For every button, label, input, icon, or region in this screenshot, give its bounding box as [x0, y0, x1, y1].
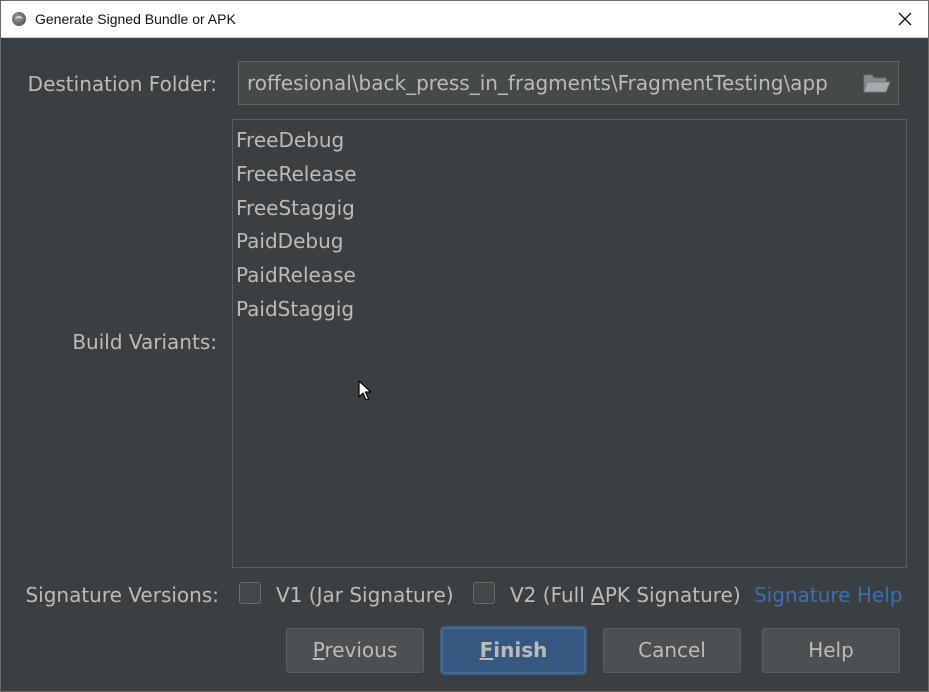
destination-folder-field: [238, 61, 899, 105]
build-variants-list[interactable]: FreeDebug FreeRelease FreeStaggig PaidDe…: [232, 119, 907, 568]
list-item[interactable]: PaidRelease: [233, 259, 906, 293]
v1-label-prefix: V1 (: [276, 583, 317, 607]
build-variants-label: Build Variants:: [72, 330, 217, 354]
previous-button[interactable]: Previous: [286, 628, 424, 673]
window-title: Generate Signed Bundle or APK: [35, 11, 236, 27]
folder-open-icon: [863, 74, 891, 93]
previous-label-rest: revious: [324, 638, 398, 662]
android-studio-icon: [12, 12, 26, 26]
v2-full-apk-signature-label[interactable]: V2 (Full APK Signature): [510, 583, 741, 607]
mouse-pointer-icon: [358, 380, 372, 401]
browse-folder-button[interactable]: [862, 71, 892, 95]
v1-label-suffix: ar Signature): [322, 583, 454, 607]
list-item[interactable]: FreeRelease: [233, 158, 906, 192]
help-button[interactable]: Help: [762, 628, 900, 673]
signature-help-link[interactable]: Signature Help: [754, 583, 902, 607]
destination-folder-label: Destination Folder:: [27, 72, 217, 96]
v1-jar-signature-checkbox[interactable]: [239, 582, 261, 604]
close-button[interactable]: [882, 1, 928, 37]
v2-label-prefix: V2 (Full: [510, 583, 592, 607]
list-item[interactable]: PaidStaggig: [233, 293, 906, 327]
finish-mnemonic: F: [479, 638, 494, 662]
finish-button[interactable]: Finish: [442, 628, 585, 673]
generate-signed-bundle-dialog: Generate Signed Bundle or APK Destinatio…: [0, 0, 929, 692]
cancel-button[interactable]: Cancel: [603, 628, 741, 673]
v2-label-mnemonic: A: [591, 583, 605, 607]
v2-label-suffix: PK Signature): [604, 583, 741, 607]
destination-folder-input[interactable]: [239, 62, 854, 104]
v2-full-apk-signature-checkbox[interactable]: [473, 582, 495, 604]
v1-jar-signature-label[interactable]: V1 (Jar Signature): [276, 583, 454, 607]
previous-mnemonic: P: [312, 638, 325, 662]
title-bar: Generate Signed Bundle or APK: [1, 1, 928, 38]
signature-versions-label: Signature Versions:: [25, 583, 219, 607]
list-item[interactable]: FreeDebug: [233, 124, 906, 158]
list-item[interactable]: FreeStaggig: [233, 192, 906, 226]
list-item[interactable]: PaidDebug: [233, 225, 906, 259]
finish-label-rest: inish: [493, 638, 548, 662]
close-icon: [898, 12, 912, 26]
